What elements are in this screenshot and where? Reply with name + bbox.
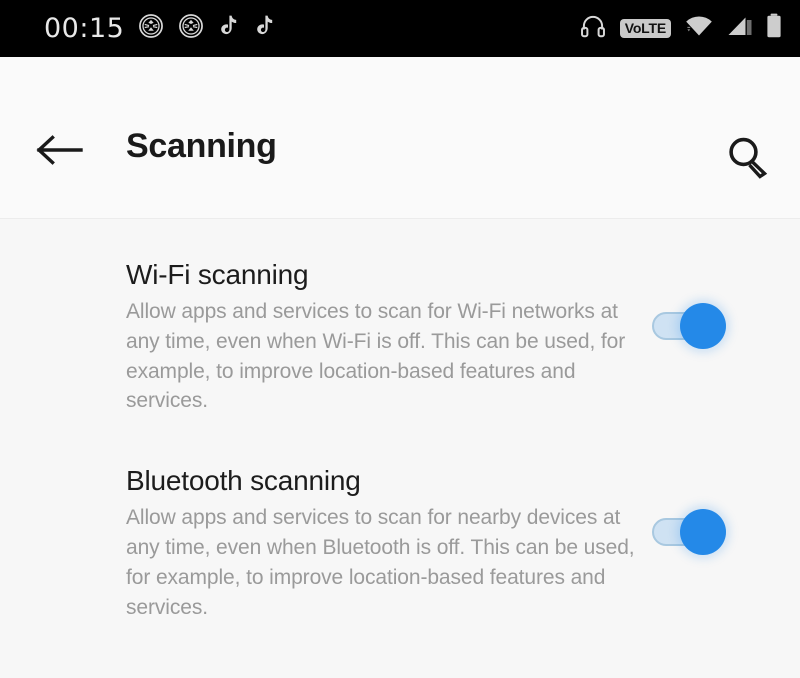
status-bar-clock: 00:15 [44,13,125,44]
settings-list: Wi-Fi scanning Allow apps and services t… [0,220,800,623]
setting-row-bluetooth-scanning[interactable]: Bluetooth scanning Allow apps and servic… [0,416,800,622]
wifi-scanning-toggle[interactable] [652,303,726,349]
shield-notification-icon [138,13,164,44]
settings-screen: 00:15 VoLTE Scanning Wi-Fi scanning Allo… [0,0,800,678]
tiktok-notification-icon [218,14,240,43]
switch-container [646,258,800,349]
toggle-thumb [680,509,726,556]
volte-icon: VoLTE [619,19,671,38]
status-bar: 00:15 VoLTE [0,0,800,57]
setting-title: Wi-Fi scanning [126,259,309,290]
battery-icon [766,13,782,44]
cellular-signal-icon [727,14,753,43]
setting-description: Allow apps and services to scan for Wi-F… [126,300,626,413]
wifi-icon [684,13,714,44]
headphones-icon [579,12,607,45]
switch-container [646,464,800,556]
setting-text-block: Bluetooth scanning Allow apps and servic… [126,464,646,622]
setting-title: Bluetooth scanning [126,465,361,497]
arrow-left-icon [35,133,83,172]
back-button[interactable] [30,130,88,174]
tiktok-notification-icon [254,14,276,43]
setting-description: Allow apps and services to scan for near… [126,506,635,619]
shield-notification-icon [178,13,204,44]
page-title: Scanning [126,127,277,165]
search-button[interactable] [718,129,778,189]
setting-row-wifi-scanning[interactable]: Wi-Fi scanning Allow apps and services t… [0,220,800,416]
toggle-thumb [680,303,726,349]
app-toolbar: Scanning [0,57,800,219]
status-bar-left-group: 00:15 [44,13,276,44]
bluetooth-scanning-toggle[interactable] [652,509,726,556]
search-icon [722,131,774,188]
setting-text-block: Wi-Fi scanning Allow apps and services t… [126,258,646,416]
status-bar-right-group: VoLTE [579,12,782,45]
